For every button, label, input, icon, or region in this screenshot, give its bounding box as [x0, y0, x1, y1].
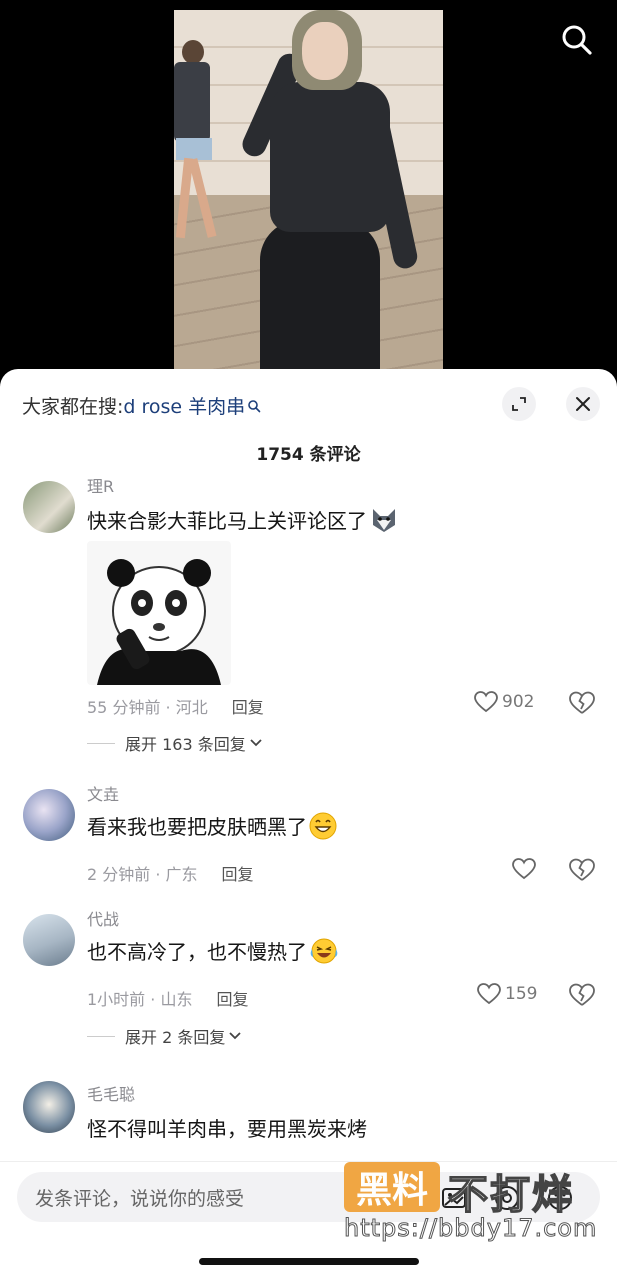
- heart-icon: [474, 691, 498, 713]
- expand-replies-button[interactable]: 展开 2 条回复: [87, 1024, 242, 1048]
- panda-sticker-image[interactable]: [87, 541, 231, 685]
- comment-text: 看来我也要把皮肤晒黑了: [87, 811, 337, 840]
- avatar[interactable]: [23, 789, 75, 841]
- comment-meta: 2 分钟前 · 广东 回复: [87, 861, 254, 885]
- grin-emoji-icon: [309, 812, 337, 839]
- heart-icon: [512, 858, 536, 880]
- reply-button[interactable]: 回复: [216, 990, 248, 1009]
- home-indicator[interactable]: [199, 1258, 419, 1265]
- avatar[interactable]: [23, 481, 75, 533]
- chevron-down-icon: [229, 1032, 241, 1040]
- broken-heart-icon[interactable]: [569, 857, 595, 883]
- panda-meme-icon: [97, 559, 221, 685]
- heart-icon: [477, 983, 501, 1005]
- watermark-url: https://bbdy17.com: [343, 1214, 598, 1243]
- comment-input-placeholder: 发条评论，说说你的感受: [35, 1187, 245, 1210]
- close-icon: [576, 397, 590, 411]
- expand-replies-label: 展开 163 条回复: [125, 735, 246, 754]
- comment-username[interactable]: 毛毛聪: [87, 1081, 135, 1105]
- sheet-header: 大家都在搜: d rose 羊肉串 1754 条评论: [0, 369, 617, 469]
- comment-sheet: 大家都在搜: d rose 羊肉串 1754 条评论 理R 快来合影大菲比马上关…: [0, 369, 617, 1280]
- comment-meta: 55 分钟前 · 河北 回复: [87, 694, 264, 718]
- expand-icon: [512, 397, 526, 411]
- close-sheet-button[interactable]: [566, 387, 600, 421]
- like-button[interactable]: 902: [474, 691, 534, 713]
- chevron-down-icon: [250, 739, 262, 747]
- like-button[interactable]: 159: [477, 983, 537, 1005]
- like-count: 902: [502, 692, 535, 712]
- avatar[interactable]: [23, 914, 75, 966]
- comment-meta: 1小时前 · 山东 回复: [87, 986, 248, 1010]
- hot-search-link[interactable]: 大家都在搜: d rose 羊肉串: [22, 392, 261, 419]
- comment-time-location: 1小时前 · 山东: [87, 990, 193, 1009]
- comment-text: 快来合影大菲比马上关评论区了: [87, 505, 399, 534]
- expand-replies-label: 展开 2 条回复: [125, 1028, 226, 1047]
- comment-time-location: 2 分钟前 · 广东: [87, 865, 198, 884]
- comment-username[interactable]: 文垚: [87, 781, 119, 805]
- comment-username[interactable]: 理R: [87, 473, 114, 497]
- reply-button[interactable]: 回复: [222, 865, 254, 884]
- reply-button[interactable]: 回复: [232, 698, 264, 717]
- screen: 大家都在搜: d rose 羊肉串 1754 条评论 理R 快来合影大菲比马上关…: [0, 0, 617, 1280]
- video-frame[interactable]: [174, 10, 443, 380]
- expand-sheet-button[interactable]: [502, 387, 536, 421]
- search-icon: [248, 399, 261, 412]
- broken-heart-icon[interactable]: [569, 690, 595, 716]
- divider-line: [87, 1035, 115, 1037]
- comment-time-location: 55 分钟前 · 河北: [87, 698, 208, 717]
- crying-laughing-emoji-icon: [310, 938, 338, 963]
- hot-search-prefix: 大家都在搜:: [22, 396, 124, 418]
- wolf-emoji-icon: [373, 508, 395, 532]
- avatar[interactable]: [23, 1081, 75, 1133]
- watermark: 黑料 不打烊 https://bbdy17.com: [343, 1162, 614, 1244]
- search-icon: [562, 25, 592, 55]
- main-figure: [220, 10, 420, 380]
- watermark-badge: 黑料: [344, 1162, 440, 1212]
- comment-username[interactable]: 代战: [87, 906, 119, 930]
- divider-line: [87, 742, 115, 744]
- search-button[interactable]: [557, 20, 597, 60]
- like-count: 159: [505, 984, 538, 1004]
- like-button[interactable]: [512, 858, 536, 880]
- comment-text: 怪不得叫羊肉串，要用黑炭来烤: [87, 1117, 367, 1141]
- comment-count: 1754 条评论: [256, 445, 361, 465]
- broken-heart-icon[interactable]: [569, 982, 595, 1008]
- expand-replies-button[interactable]: 展开 163 条回复: [87, 731, 263, 755]
- hot-search-keyword[interactable]: d rose 羊肉串: [123, 392, 245, 419]
- comment-text: 也不高冷了，也不慢热了: [87, 936, 339, 965]
- watermark-text: 不打烊: [447, 1171, 574, 1219]
